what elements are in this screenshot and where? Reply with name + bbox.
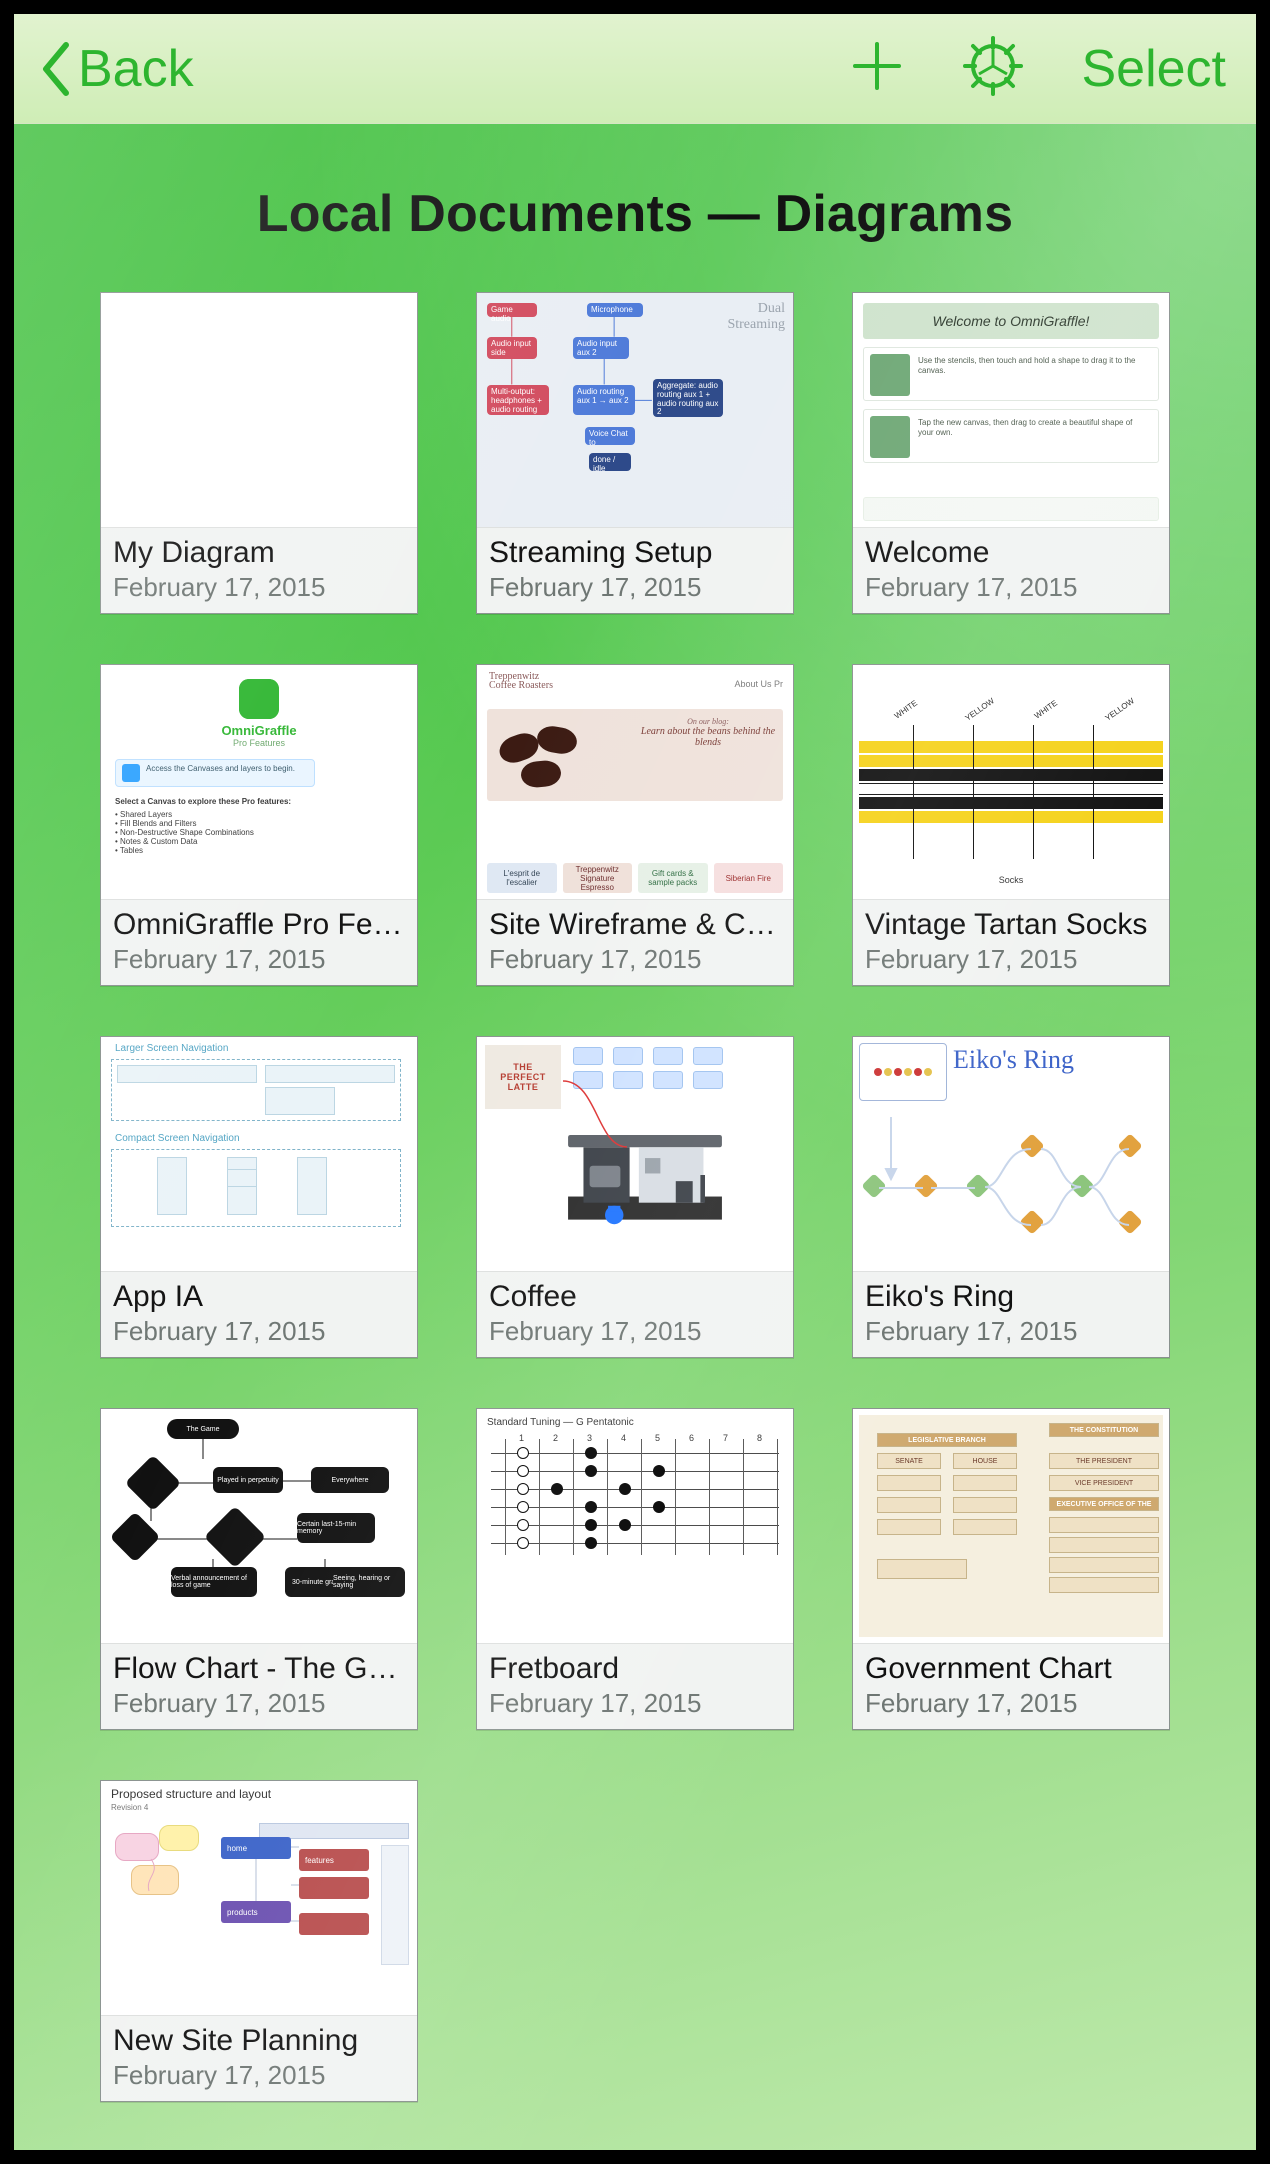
- settings-button[interactable]: [953, 29, 1033, 109]
- document-meta: New Site Planning February 17, 2015: [101, 2015, 417, 2101]
- document-thumbnail: [101, 293, 417, 527]
- document-tile[interactable]: The Game Played in perpetuity Everywhere…: [100, 1408, 418, 1730]
- document-tile[interactable]: WHITE YELLOW WHITE YELLOW: [852, 664, 1170, 986]
- document-date: February 17, 2015: [865, 572, 1157, 603]
- document-date: February 17, 2015: [489, 944, 781, 975]
- document-title: New Site Planning: [113, 2024, 405, 2058]
- document-date: February 17, 2015: [865, 944, 1157, 975]
- document-title: Fretboard: [489, 1652, 781, 1686]
- document-title: Site Wireframe & Content: [489, 908, 781, 942]
- document-tile[interactable]: OmniGrafflePro Features Access the Canva…: [100, 664, 418, 986]
- document-title: Eiko's Ring: [865, 1280, 1157, 1314]
- document-thumbnail: Welcome to OmniGraffle! Use the stencils…: [853, 293, 1169, 527]
- document-tile[interactable]: LEGISLATIVE BRANCH THE CONSTITUTION SENA…: [852, 1408, 1170, 1730]
- document-thumbnail: Proposed structure and layout Revision 4…: [101, 1781, 417, 2015]
- navbar: Back: [14, 14, 1256, 124]
- add-button[interactable]: [837, 29, 917, 109]
- document-tile[interactable]: Eiko's Ring: [852, 1036, 1170, 1358]
- document-title: Government Chart: [865, 1652, 1157, 1686]
- plus-icon: [849, 38, 905, 99]
- document-date: February 17, 2015: [113, 944, 405, 975]
- document-tile[interactable]: THEPERFECTLATTE: [476, 1036, 794, 1358]
- document-meta: OmniGraffle Pro Features February 17, 20…: [101, 899, 417, 985]
- document-date: February 17, 2015: [489, 1316, 781, 1347]
- document-date: February 17, 2015: [489, 1688, 781, 1719]
- page-title: Local Documents — Diagrams: [84, 184, 1186, 244]
- document-tile[interactable]: TreppenwitzCoffee Roasters About Us Pr O…: [476, 664, 794, 986]
- document-tile[interactable]: DualStreaming Game audio Microphone Audi…: [476, 292, 794, 614]
- document-title: App IA: [113, 1280, 405, 1314]
- select-label: Select: [1081, 40, 1226, 98]
- document-date: February 17, 2015: [865, 1316, 1157, 1347]
- document-thumbnail: LEGISLATIVE BRANCH THE CONSTITUTION SENA…: [853, 1409, 1169, 1643]
- document-thumbnail: TreppenwitzCoffee Roasters About Us Pr O…: [477, 665, 793, 899]
- document-thumbnail: THEPERFECTLATTE: [477, 1037, 793, 1271]
- back-label: Back: [78, 39, 194, 99]
- document-meta: Site Wireframe & Content February 17, 20…: [477, 899, 793, 985]
- document-meta: Welcome February 17, 2015: [853, 527, 1169, 613]
- thumb-header: Welcome to OmniGraffle!: [863, 303, 1159, 339]
- gear-icon: [963, 36, 1023, 101]
- document-tile[interactable]: Proposed structure and layout Revision 4…: [100, 1780, 418, 2102]
- document-thumbnail: OmniGrafflePro Features Access the Canva…: [101, 665, 417, 899]
- document-title: Streaming Setup: [489, 536, 781, 570]
- document-thumbnail: Standard Tuning — G Pentatonic 1 2 3 4 5…: [477, 1409, 793, 1643]
- document-date: February 17, 2015: [113, 572, 405, 603]
- document-meta: Streaming Setup February 17, 2015: [477, 527, 793, 613]
- document-title: Flow Chart - The Game: [113, 1652, 405, 1686]
- document-meta: Vintage Tartan Socks February 17, 2015: [853, 899, 1169, 985]
- document-meta: Eiko's Ring February 17, 2015: [853, 1271, 1169, 1357]
- document-tile[interactable]: Welcome to OmniGraffle! Use the stencils…: [852, 292, 1170, 614]
- document-meta: Coffee February 17, 2015: [477, 1271, 793, 1357]
- document-tile[interactable]: Standard Tuning — G Pentatonic 1 2 3 4 5…: [476, 1408, 794, 1730]
- chevron-left-icon: [38, 41, 72, 97]
- document-date: February 17, 2015: [489, 572, 781, 603]
- content-area: Local Documents — Diagrams My Diagram Fe…: [14, 124, 1256, 2150]
- document-meta: Flow Chart - The Game February 17, 2015: [101, 1643, 417, 1729]
- document-meta: My Diagram February 17, 2015: [101, 527, 417, 613]
- select-button[interactable]: Select: [1081, 39, 1226, 99]
- document-thumbnail: Larger Screen Navigation Compact Screen …: [101, 1037, 417, 1271]
- documents-grid: My Diagram February 17, 2015 DualStreami…: [84, 292, 1186, 2102]
- document-meta: App IA February 17, 2015: [101, 1271, 417, 1357]
- document-meta: Government Chart February 17, 2015: [853, 1643, 1169, 1729]
- document-title: My Diagram: [113, 536, 405, 570]
- document-title: Welcome: [865, 536, 1157, 570]
- back-button[interactable]: Back: [38, 39, 194, 99]
- document-title: Vintage Tartan Socks: [865, 908, 1157, 942]
- document-date: February 17, 2015: [865, 1688, 1157, 1719]
- document-meta: Fretboard February 17, 2015: [477, 1643, 793, 1729]
- document-tile[interactable]: Larger Screen Navigation Compact Screen …: [100, 1036, 418, 1358]
- document-title: Coffee: [489, 1280, 781, 1314]
- document-thumbnail: Eiko's Ring: [853, 1037, 1169, 1271]
- document-date: February 17, 2015: [113, 2060, 405, 2091]
- document-thumbnail: WHITE YELLOW WHITE YELLOW: [853, 665, 1169, 899]
- document-thumbnail: The Game Played in perpetuity Everywhere…: [101, 1409, 417, 1643]
- document-date: February 17, 2015: [113, 1688, 405, 1719]
- document-thumbnail: DualStreaming Game audio Microphone Audi…: [477, 293, 793, 527]
- document-title: OmniGraffle Pro Features: [113, 908, 405, 942]
- document-tile[interactable]: My Diagram February 17, 2015: [100, 292, 418, 614]
- document-date: February 17, 2015: [113, 1316, 405, 1347]
